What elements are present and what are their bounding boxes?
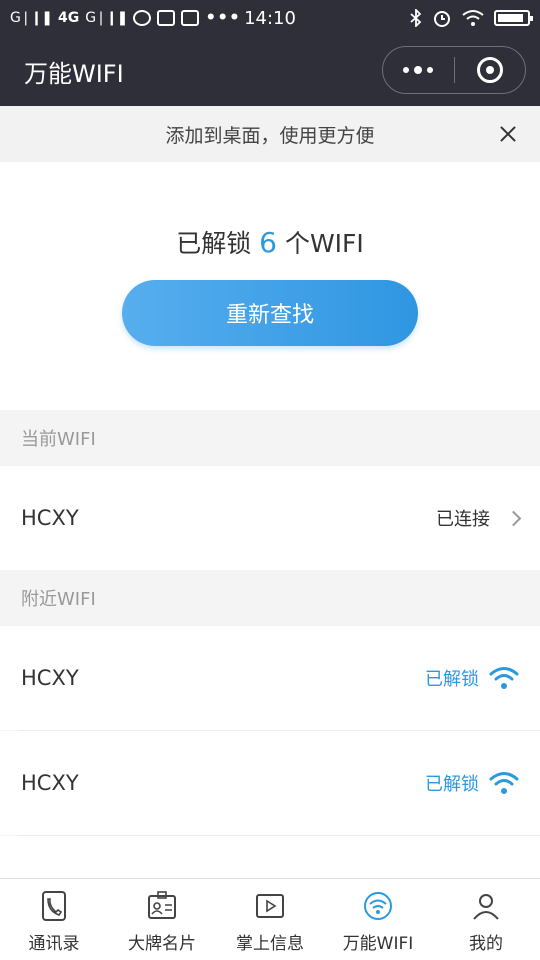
unlock-status: 已解锁 (425, 770, 519, 796)
status-bar: G❘❙❚ 4G G❘❙❚ ••• 14:10 (0, 0, 540, 36)
tab-me[interactable]: 我的 (432, 879, 540, 960)
nearby-wifi-row[interactable]: HCXY 已解锁 (0, 626, 540, 730)
target-icon (476, 57, 503, 83)
more-menu-button[interactable] (383, 47, 454, 93)
unlocked-label: 已解锁 (425, 669, 479, 690)
nearby-wifi-header: 附近WIFI (0, 570, 540, 626)
tab-label: 通讯录 (28, 934, 80, 954)
nav-bar: 万能WIFI (0, 36, 540, 106)
user-icon (471, 891, 501, 921)
connected-label: 已连接 (436, 509, 490, 530)
unlock-status: 已解锁 (425, 665, 519, 691)
page-title: 万能WIFI (24, 60, 124, 88)
tab-mobile-info[interactable]: 掌上信息 (216, 879, 324, 960)
wechat-notification-icon (133, 10, 152, 26)
app-notification-icon (157, 10, 176, 26)
unlock-count-line: 已解锁 6 个WIFI (0, 224, 540, 260)
signal-icon-2: G❘❙❚ (85, 10, 128, 26)
id-card-icon (147, 891, 177, 921)
bluetooth-icon (410, 9, 422, 27)
more-notifications-icon: ••• (205, 8, 241, 28)
nearby-wifi-row[interactable]: HCXY 已解锁 (0, 731, 540, 835)
tab-label: 万能WIFI (342, 934, 414, 954)
tab-wifi[interactable]: 万能WIFI (324, 879, 432, 960)
battery-icon (494, 10, 533, 26)
phone-book-icon (39, 891, 69, 921)
tab-label: 大牌名片 (128, 934, 196, 954)
alarm-icon (434, 11, 450, 27)
rescan-button[interactable]: 重新查找 (122, 280, 418, 346)
current-wifi-header: 当前WIFI (0, 410, 540, 466)
close-miniprogram-button[interactable] (455, 47, 526, 93)
nearby-wifi-row-partial[interactable] (0, 836, 540, 878)
unlock-prefix: 已解锁 (176, 229, 252, 258)
unlock-summary: 已解锁 6 个WIFI 重新查找 (0, 162, 540, 410)
add-to-desktop-banner[interactable]: 添加到桌面，使用更方便 (0, 106, 540, 162)
signal-icon: G❘❙❚ (10, 10, 53, 26)
current-wifi-row[interactable]: HCXY 已连接 (0, 466, 540, 570)
wifi-ssid: HCXY (21, 771, 79, 795)
wifi-signal-icon (489, 665, 519, 691)
unlock-suffix: 个WIFI (284, 229, 364, 258)
tab-contacts[interactable]: 通讯录 (0, 879, 108, 960)
unlocked-label: 已解锁 (425, 774, 479, 795)
tab-label: 我的 (469, 934, 503, 954)
sync-notification-icon (181, 10, 200, 26)
banner-text: 添加到桌面，使用更方便 (165, 124, 375, 147)
connection-status: 已连接 (436, 505, 522, 531)
tab-business-cards[interactable]: 大牌名片 (108, 879, 216, 960)
wifi-status-icon (462, 10, 484, 26)
tab-label: 掌上信息 (236, 934, 304, 954)
chevron-right-icon (505, 510, 522, 526)
bottom-tab-bar: 通讯录 大牌名片 掌上信息 万能WIFI 我的 (0, 878, 540, 960)
unlock-count: 6 (259, 226, 277, 259)
wifi-signal-icon (489, 770, 519, 796)
video-icon (255, 891, 285, 921)
network-type: 4G (58, 10, 80, 26)
wifi-ssid: HCXY (21, 506, 79, 530)
close-icon[interactable] (494, 120, 522, 148)
wifi-ssid: HCXY (21, 666, 79, 690)
miniprogram-capsule (382, 46, 526, 94)
wifi-icon (363, 891, 393, 921)
